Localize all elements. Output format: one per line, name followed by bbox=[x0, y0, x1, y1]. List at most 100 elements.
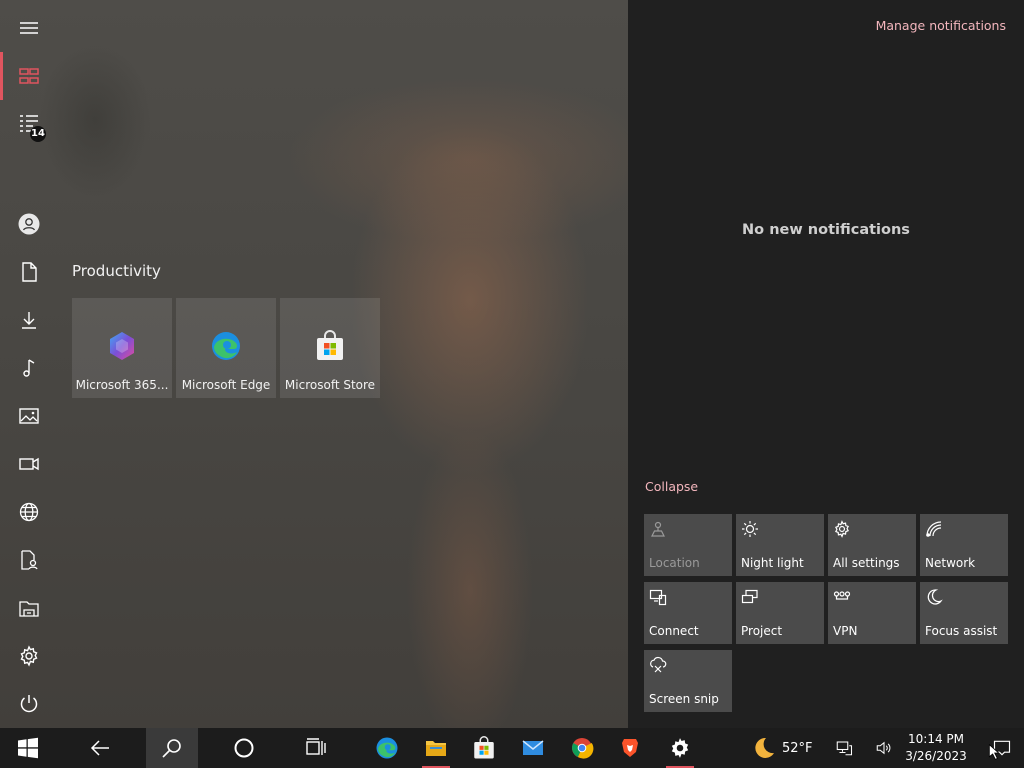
user-folder-icon bbox=[21, 550, 38, 570]
start-button[interactable] bbox=[6, 728, 50, 768]
connect-icon bbox=[649, 589, 667, 606]
store-icon bbox=[317, 330, 343, 360]
music-button[interactable] bbox=[0, 345, 58, 391]
power-icon bbox=[20, 695, 38, 713]
quick-action-label: Connect bbox=[649, 624, 699, 638]
download-icon bbox=[22, 312, 36, 329]
quick-action-all-settings[interactable]: All settings bbox=[828, 514, 916, 576]
start-rail: 14 bbox=[0, 0, 58, 728]
tile-microsoft-edge[interactable]: Microsoft Edge bbox=[176, 298, 276, 398]
quick-action-location[interactable]: Location bbox=[644, 514, 732, 576]
edge-icon bbox=[212, 332, 240, 360]
taskbar: 52°F 10:14 PM 3/26/2023 bbox=[0, 728, 1024, 768]
quick-action-label: VPN bbox=[833, 624, 858, 638]
speaker-icon bbox=[876, 741, 891, 755]
action-center-button[interactable] bbox=[980, 728, 1024, 768]
taskbar-microsoft-store[interactable] bbox=[462, 728, 506, 768]
personal-folder-button[interactable] bbox=[0, 537, 58, 583]
screen-snip-icon bbox=[650, 656, 667, 673]
document-icon bbox=[22, 262, 37, 282]
pinned-tiles-button[interactable] bbox=[0, 53, 58, 99]
quick-action-label: All settings bbox=[833, 556, 900, 570]
tiles-icon bbox=[19, 68, 39, 84]
settings-button[interactable] bbox=[0, 633, 58, 679]
search-button[interactable] bbox=[146, 728, 198, 768]
quick-action-label: Focus assist bbox=[925, 624, 998, 638]
moon-icon bbox=[755, 737, 774, 758]
tile-microsoft-store[interactable]: Microsoft Store bbox=[280, 298, 380, 398]
taskbar-chrome[interactable] bbox=[560, 728, 604, 768]
chrome-icon bbox=[572, 738, 594, 759]
quick-action-label: Location bbox=[649, 556, 700, 570]
manage-notifications-link[interactable]: Manage notifications bbox=[876, 18, 1006, 33]
night-light-icon bbox=[742, 521, 758, 537]
clock-date: 3/26/2023 bbox=[905, 749, 967, 763]
back-arrow-icon bbox=[90, 740, 109, 756]
quick-action-night-light[interactable]: Night light bbox=[736, 514, 824, 576]
volume-tray-button[interactable] bbox=[872, 728, 896, 768]
quick-action-connect[interactable]: Connect bbox=[644, 582, 732, 644]
collapse-link[interactable]: Collapse bbox=[645, 479, 698, 494]
taskbar-file-explorer[interactable] bbox=[414, 728, 458, 768]
brave-icon bbox=[622, 739, 638, 757]
task-view-icon bbox=[306, 738, 326, 755]
quick-action-network[interactable]: Network bbox=[920, 514, 1008, 576]
quick-action-project[interactable]: Project bbox=[736, 582, 824, 644]
network-tray-button[interactable] bbox=[832, 728, 856, 768]
taskbar-settings[interactable] bbox=[658, 728, 702, 768]
hamburger-menu-button[interactable] bbox=[0, 5, 58, 51]
taskbar-clock[interactable]: 10:14 PM 3/26/2023 bbox=[902, 731, 970, 765]
weather-widget[interactable]: 52°F bbox=[752, 728, 813, 768]
file-explorer-icon bbox=[19, 601, 39, 617]
microsoft-365-icon bbox=[110, 332, 134, 360]
search-icon bbox=[162, 739, 181, 758]
store-icon bbox=[474, 736, 494, 759]
quick-action-focus-assist[interactable]: Focus assist bbox=[920, 582, 1008, 644]
picture-icon bbox=[19, 408, 39, 424]
quick-action-label: Night light bbox=[741, 556, 804, 570]
globe-icon bbox=[19, 502, 39, 522]
cortana-button[interactable] bbox=[222, 728, 266, 768]
cortana-icon bbox=[234, 738, 254, 758]
user-account-button[interactable] bbox=[0, 201, 58, 247]
tile-microsoft-365[interactable]: Microsoft 365... bbox=[72, 298, 172, 398]
downloads-button[interactable] bbox=[0, 297, 58, 343]
all-apps-count-badge: 14 bbox=[30, 126, 46, 142]
taskbar-edge[interactable] bbox=[365, 728, 409, 768]
quick-action-label: Project bbox=[741, 624, 783, 638]
taskbar-mail[interactable] bbox=[511, 728, 555, 768]
tile-label: Microsoft 365... bbox=[75, 378, 169, 392]
vpn-icon bbox=[833, 591, 851, 600]
location-icon bbox=[651, 521, 665, 537]
network-icon bbox=[926, 521, 942, 537]
quick-action-screen-snip[interactable]: Screen snip bbox=[644, 650, 732, 712]
wired-network-icon bbox=[836, 741, 853, 756]
gear-icon bbox=[835, 520, 849, 538]
file-explorer-button[interactable] bbox=[0, 585, 58, 631]
action-center-panel: Manage notifications No new notification… bbox=[628, 0, 1024, 728]
power-button[interactable] bbox=[0, 681, 58, 727]
network-folder-button[interactable] bbox=[0, 489, 58, 535]
gear-icon bbox=[20, 645, 38, 667]
mail-icon bbox=[522, 740, 544, 755]
task-view-button[interactable] bbox=[294, 728, 338, 768]
video-icon bbox=[19, 457, 39, 471]
quick-action-label: Screen snip bbox=[649, 692, 719, 706]
project-icon bbox=[741, 589, 758, 604]
videos-button[interactable] bbox=[0, 441, 58, 487]
folder-icon bbox=[426, 741, 446, 756]
mouse-cursor-icon bbox=[988, 743, 1000, 760]
taskbar-brave[interactable] bbox=[608, 728, 652, 768]
tile-group-title: Productivity bbox=[72, 262, 161, 280]
quick-action-vpn[interactable]: VPN bbox=[828, 582, 916, 644]
documents-button[interactable] bbox=[0, 249, 58, 295]
quick-action-label: Network bbox=[925, 556, 976, 570]
hamburger-icon bbox=[20, 22, 38, 34]
edge-icon bbox=[376, 737, 398, 759]
pictures-button[interactable] bbox=[0, 393, 58, 439]
clock-time: 10:14 PM bbox=[908, 732, 964, 746]
gear-icon bbox=[671, 738, 689, 758]
moon-icon bbox=[927, 589, 943, 605]
all-apps-button[interactable]: 14 bbox=[0, 100, 58, 146]
back-button[interactable] bbox=[78, 728, 122, 768]
